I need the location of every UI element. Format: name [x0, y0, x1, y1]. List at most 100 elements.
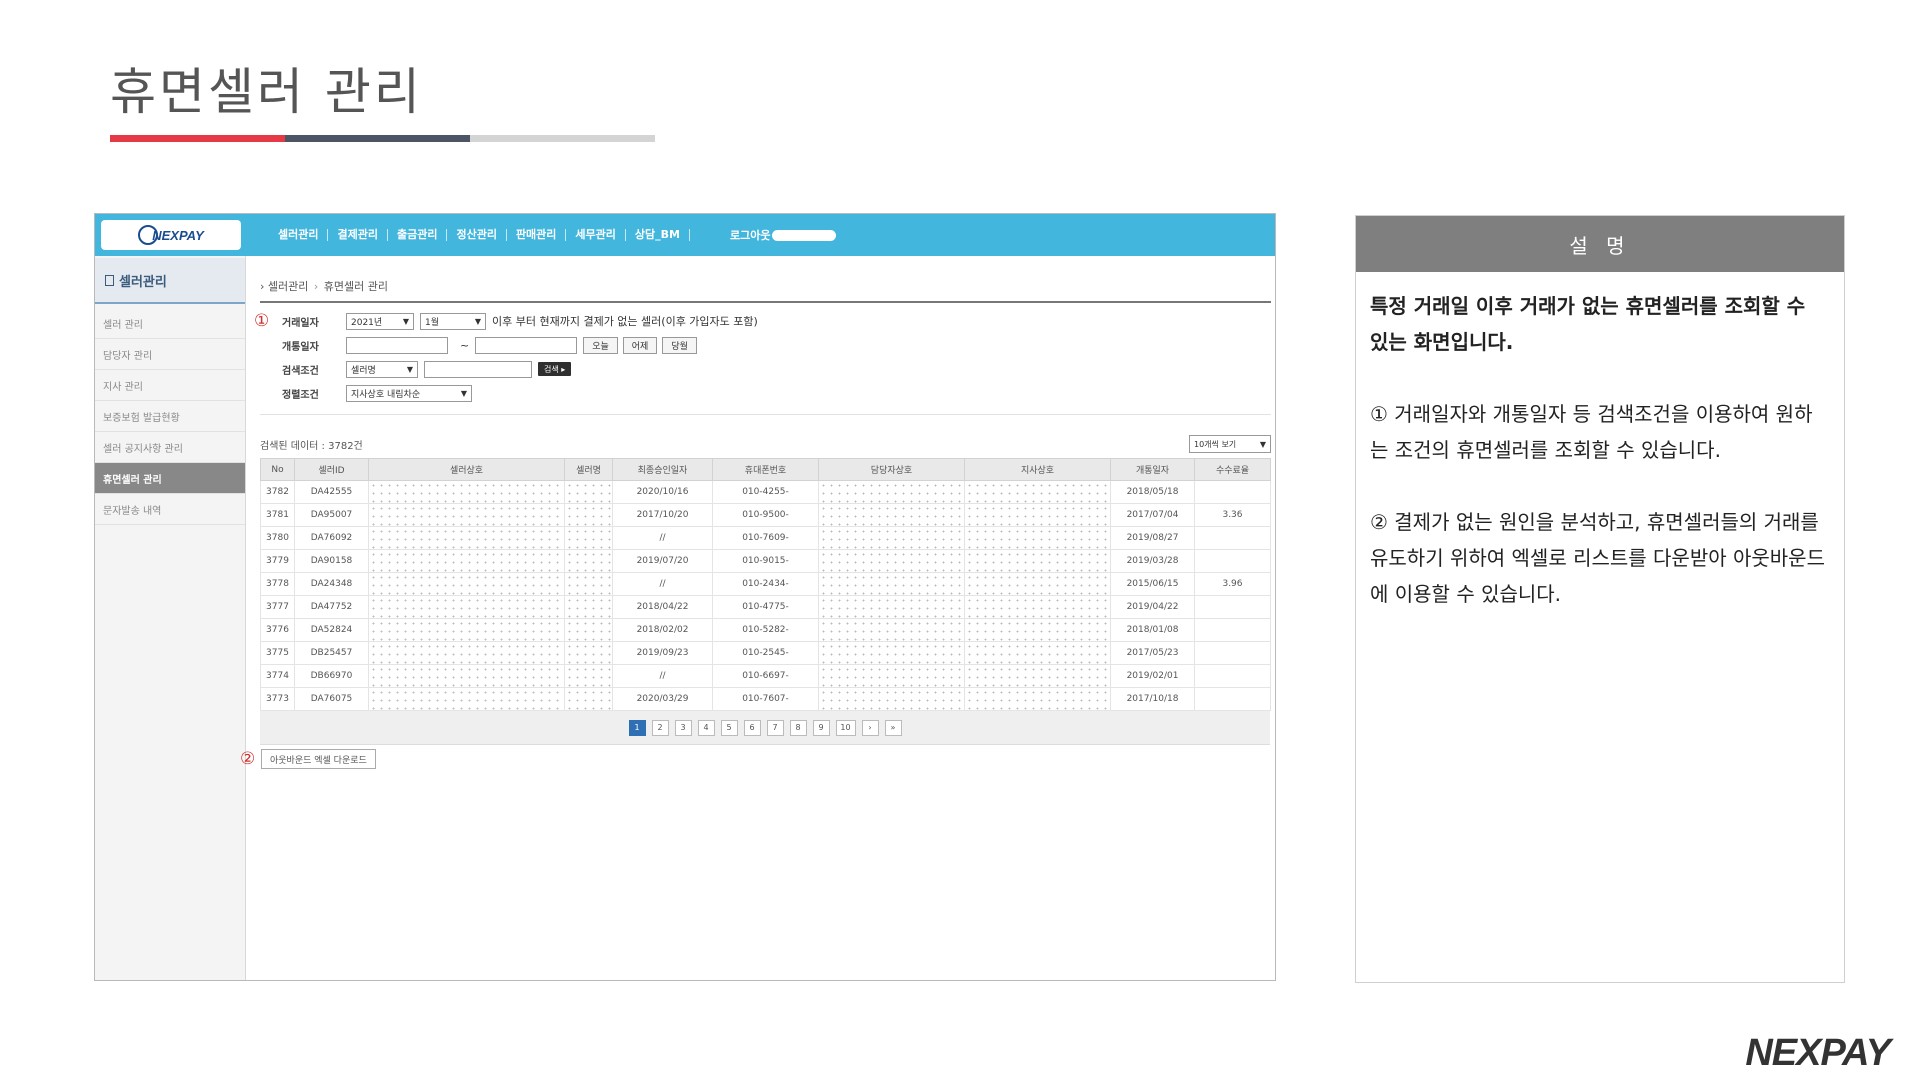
- page-2[interactable]: 2: [651, 719, 669, 736]
- table-cell: 3774: [260, 664, 295, 688]
- col-manager-company[interactable]: 담당자상호: [818, 458, 965, 481]
- pagination: 1 2 3 4 5 6 7 8 9 10 › »: [260, 711, 1270, 745]
- table-row[interactable]: 3776 DA52824 2018/02/02 010-5282- 2018/01/08: [260, 618, 1271, 642]
- table-cell: [1194, 549, 1271, 573]
- outbound-excel-download-button[interactable]: 아웃바운드 엑셀 다운로드: [261, 749, 376, 769]
- app-logo[interactable]: NEXPAY: [101, 220, 241, 250]
- breadcrumb-root[interactable]: 셀러관리: [268, 280, 308, 293]
- table-cell: [964, 641, 1111, 665]
- nav-item-withdraw[interactable]: 출금관리: [388, 229, 448, 241]
- last-page-icon[interactable]: »: [884, 719, 902, 736]
- table-row[interactable]: 3777 DA47752 2018/04/22 010-4775- 2019/04/22: [260, 595, 1271, 619]
- year-select[interactable]: 2021년 ▼: [346, 312, 414, 330]
- nav-item-sales[interactable]: 판매관리: [507, 229, 567, 241]
- col-seller-name[interactable]: 셀러명: [564, 458, 613, 481]
- search-form: ① 거래일자 2021년 ▼ 1월 ▼ 이후 부터 현재까지 결제가 없는 셀러(이…: [254, 309, 1271, 405]
- this-month-button[interactable]: 당월: [662, 336, 697, 354]
- table-row[interactable]: 3778 DA24348 //010-2434- 2015/06/15 3.96: [260, 572, 1271, 596]
- table-cell: [564, 687, 613, 711]
- sidebar-item-branch[interactable]: 지사 관리: [95, 370, 245, 401]
- condition-select[interactable]: 셀러명 ▼: [346, 360, 418, 378]
- slide-title: 휴면셀러 관리: [110, 63, 423, 121]
- table-cell: [818, 526, 965, 550]
- document-icon: [105, 274, 114, 286]
- condition-label: 검색조건: [282, 365, 319, 377]
- table-row[interactable]: 3774 DB66970 //010-6697- 2019/02/01: [260, 664, 1271, 688]
- trade-date-label: 거래일자: [282, 317, 319, 329]
- table-cell: 010-4775-: [712, 595, 819, 619]
- rows-per-page-select[interactable]: 10개씩 보기 ▼: [1189, 435, 1271, 453]
- description-panel: 설 명 특정 거래일 이후 거래가 없는 휴면셀러를 조회할 수 있는 화면입니…: [1355, 215, 1845, 983]
- table-cell: 3773: [260, 687, 295, 711]
- search-divider: [260, 407, 1271, 415]
- sort-select-value: 지사상호 내림차순: [351, 389, 421, 400]
- open-date-start-input[interactable]: [346, 336, 448, 354]
- keyword-input[interactable]: [424, 360, 532, 378]
- nav-item-payment[interactable]: 결제관리: [328, 229, 388, 241]
- month-select-value: 1월: [425, 317, 440, 328]
- col-fee-rate[interactable]: 수수료율: [1194, 458, 1271, 481]
- table-cell: [818, 480, 965, 504]
- sort-select[interactable]: 지사상호 내림차순 ▼: [346, 384, 472, 402]
- marker-one: ①: [254, 311, 270, 331]
- page-7[interactable]: 7: [766, 719, 784, 736]
- col-open-date[interactable]: 개통일자: [1110, 458, 1195, 481]
- sidebar-item-seller[interactable]: 셀러 관리: [95, 308, 245, 339]
- month-select[interactable]: 1월 ▼: [420, 312, 486, 330]
- table-row[interactable]: 3780 DA76092 //010-7609- 2019/08/27: [260, 526, 1271, 550]
- nav-item-settlement[interactable]: 정산관리: [447, 229, 507, 241]
- col-phone[interactable]: 휴대폰번호: [712, 458, 819, 481]
- nav-item-tax[interactable]: 세무관리: [566, 229, 626, 241]
- search-button[interactable]: 검색 ▸: [538, 362, 572, 376]
- today-button[interactable]: 오늘: [583, 336, 618, 354]
- page-8[interactable]: 8: [789, 719, 807, 736]
- col-seller-id[interactable]: 셀러ID: [294, 458, 369, 481]
- table-cell: [368, 572, 565, 596]
- sidebar-item-sms[interactable]: 문자발송 내역: [95, 494, 245, 525]
- page-6[interactable]: 6: [743, 719, 761, 736]
- table-row[interactable]: 3773 DA76075 2020/03/29 010-7607- 2017/10/18: [260, 687, 1271, 711]
- sidebar-item-notice[interactable]: 셀러 공지사항 관리: [95, 432, 245, 463]
- page-3[interactable]: 3: [674, 719, 692, 736]
- open-date-end-input[interactable]: [475, 336, 578, 354]
- table-cell: [964, 618, 1111, 642]
- table-cell: 010-6697-: [712, 664, 819, 688]
- col-last-approval[interactable]: 최종승인일자: [612, 458, 713, 481]
- table-cell: 2018/02/02: [612, 618, 713, 642]
- page-4[interactable]: 4: [697, 719, 715, 736]
- table-header-row: No 셀러ID 셀러상호 셀러명 최종승인일자 휴대폰번호 담당자상호 지사상호…: [260, 458, 1271, 481]
- table-cell: [964, 664, 1111, 688]
- next-page-icon[interactable]: ›: [861, 719, 879, 736]
- page-5[interactable]: 5: [720, 719, 738, 736]
- table-cell: [1194, 687, 1271, 711]
- nav-item-seller[interactable]: 셀러관리: [269, 229, 329, 241]
- table-cell: [564, 618, 613, 642]
- col-no[interactable]: No: [260, 458, 295, 481]
- col-seller-company[interactable]: 셀러상호: [368, 458, 565, 481]
- logo-text: NEXPAY: [152, 227, 204, 243]
- table-cell: DA47752: [294, 595, 369, 619]
- search-row-sort: 정렬조건 지사상호 내림차순 ▼: [282, 381, 1271, 405]
- table-row[interactable]: 3782 DA42555 2020/10/16 010-4255- 2018/05/18: [260, 480, 1271, 504]
- page-10[interactable]: 10: [835, 719, 856, 736]
- nav-item-consult[interactable]: 상담_BM: [626, 229, 690, 241]
- page-9[interactable]: 9: [812, 719, 830, 736]
- sidebar-item-dormant[interactable]: 휴면셀러 관리: [95, 463, 245, 494]
- sidebar-item-manager[interactable]: 담당자 관리: [95, 339, 245, 370]
- chevron-down-icon: ▼: [460, 388, 467, 398]
- table-cell: [818, 618, 965, 642]
- table-cell: 010-2545-: [712, 641, 819, 665]
- yesterday-button[interactable]: 어제: [622, 336, 658, 354]
- table-row[interactable]: 3781 DA95007 2017/10/20 010-9500- 2017/07/04…: [260, 503, 1271, 527]
- page-1[interactable]: 1: [628, 719, 646, 736]
- table-cell: 2018/04/22: [612, 595, 713, 619]
- table-cell: [1194, 641, 1271, 665]
- sidebar-item-insurance[interactable]: 보증보험 발급현황: [95, 401, 245, 432]
- table-row[interactable]: 3775 DB25457 2019/09/23 010-2545- 2017/05/23: [260, 641, 1271, 665]
- logout-link[interactable]: 로그아웃: [730, 227, 837, 243]
- sidebar: 셀러관리 셀러 관리 담당자 관리 지사 관리 보증보험 발급현황 셀러 공지사…: [95, 256, 246, 980]
- table-row[interactable]: 3779 DA90158 2019/07/20 010-9015- 2019/03/28: [260, 549, 1271, 573]
- table-cell: [818, 595, 965, 619]
- col-branch-company[interactable]: 지사상호: [964, 458, 1111, 481]
- app-screenshot: NEXPAY 셀러관리 결제관리 출금관리 정산관리 판매관리 세무관리 상담_…: [94, 213, 1276, 981]
